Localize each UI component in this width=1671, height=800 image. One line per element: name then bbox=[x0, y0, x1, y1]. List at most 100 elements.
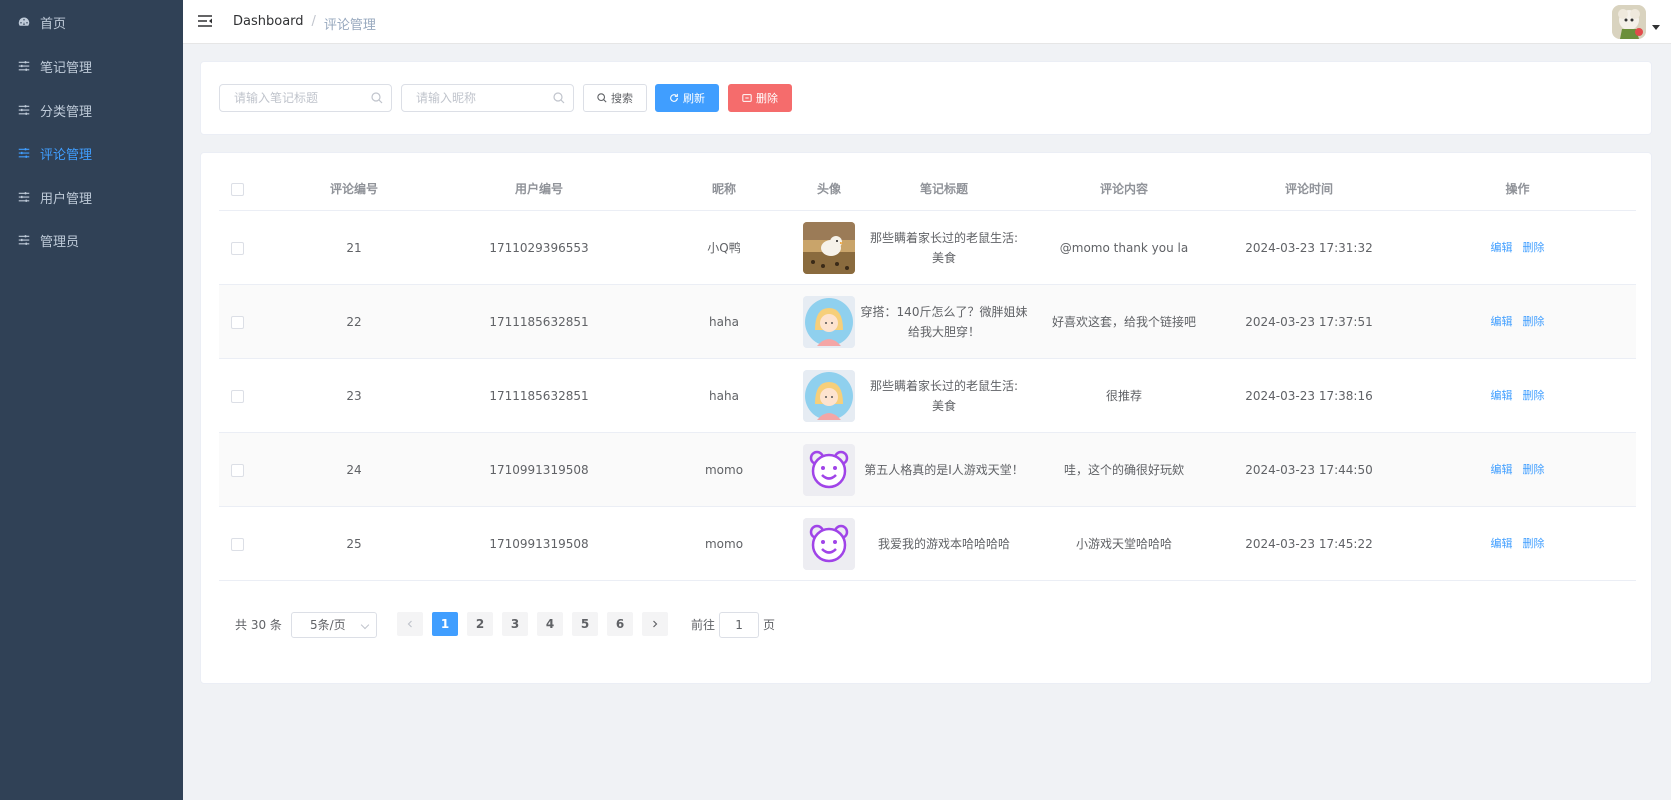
sidebar-item-label: 首页 bbox=[40, 16, 67, 32]
comment-content: @momo thank you la bbox=[1059, 241, 1189, 255]
bear-face-avatar bbox=[803, 518, 855, 570]
search-button[interactable]: 搜索 bbox=[583, 84, 647, 112]
search-icon bbox=[597, 93, 607, 103]
avatar-cell bbox=[799, 211, 859, 285]
page-6-button[interactable]: 6 bbox=[607, 612, 633, 636]
row-select-cell bbox=[219, 359, 255, 433]
note-title-line: 美食 bbox=[931, 251, 956, 265]
girl-avatar bbox=[803, 296, 855, 348]
sidebar-item-label: 评论管理 bbox=[40, 147, 93, 163]
hamburger-icon[interactable] bbox=[197, 13, 213, 29]
edit-link[interactable]: 编辑 bbox=[1491, 238, 1513, 258]
delete-link[interactable]: 删除 bbox=[1523, 312, 1545, 332]
comment-id: 22 bbox=[346, 315, 362, 329]
sidebar-item-label: 管理员 bbox=[40, 234, 80, 250]
goto-page: 前往 1 页 bbox=[691, 612, 775, 638]
comment-time: 2024-03-23 17:31:32 bbox=[1245, 241, 1373, 255]
sidebar-item-categories[interactable]: 分类管理 bbox=[0, 88, 183, 132]
title-search-field[interactable] bbox=[219, 84, 392, 112]
sidebar-item-users[interactable]: 用户管理 bbox=[0, 175, 183, 219]
comment-time: 2024-03-23 17:37:51 bbox=[1245, 315, 1373, 329]
chevron-right-icon bbox=[653, 620, 658, 628]
column-header: 评论时间 bbox=[1284, 182, 1333, 196]
delete-button[interactable]: 删除 bbox=[728, 84, 792, 112]
note-title-line: 穿搭：140斤怎么了？微胖姐妹 bbox=[860, 305, 1028, 319]
comment-time: 2024-03-23 17:44:50 bbox=[1245, 463, 1373, 477]
delete-button-label: 删除 bbox=[756, 92, 778, 105]
comment-id: 23 bbox=[346, 389, 362, 403]
note-title: 那些瞒着家长过的老鼠生活: 美食 bbox=[859, 211, 1029, 285]
comment-content: 好喜欢这套，给我个链接吧 bbox=[1051, 315, 1196, 329]
row-checkbox[interactable] bbox=[230, 241, 244, 255]
caret-down-icon[interactable] bbox=[1652, 25, 1660, 30]
comment-content: 小游戏天堂哈哈哈 bbox=[1075, 537, 1172, 551]
actions-cell: 编辑 删除 bbox=[1399, 211, 1636, 285]
row-checkbox[interactable] bbox=[230, 463, 244, 477]
user-id: 1711029396553 bbox=[489, 241, 589, 255]
comment-id: 24 bbox=[346, 463, 362, 477]
table-row: 21 1711029396553 小Q鸭 那些瞒着家长过的老鼠生活: 美食 @m… bbox=[219, 211, 1636, 285]
navbar: Dashboard / 评论管理 bbox=[183, 0, 1671, 44]
sidebar-item-home[interactable]: 首页 bbox=[0, 0, 183, 44]
edit-link[interactable]: 编辑 bbox=[1491, 534, 1513, 554]
sidebar-item-comments[interactable]: 评论管理 bbox=[0, 131, 183, 175]
delete-link[interactable]: 删除 bbox=[1523, 238, 1545, 258]
user-id: 1710991319508 bbox=[489, 463, 589, 477]
sliders-icon bbox=[17, 146, 31, 160]
edit-link[interactable]: 编辑 bbox=[1491, 386, 1513, 406]
delete-link[interactable]: 删除 bbox=[1523, 460, 1545, 480]
girl-avatar bbox=[803, 370, 855, 422]
delete-link[interactable]: 删除 bbox=[1523, 386, 1545, 406]
delete-icon bbox=[742, 94, 752, 102]
goto-page-input[interactable]: 1 bbox=[719, 612, 760, 638]
pagination-total: 共 30 条 bbox=[235, 618, 282, 632]
refresh-button-label: 刷新 bbox=[683, 92, 705, 105]
page-2-button[interactable]: 2 bbox=[467, 612, 493, 636]
row-checkbox[interactable] bbox=[230, 537, 244, 551]
chevron-left-icon bbox=[407, 620, 412, 628]
edit-link[interactable]: 编辑 bbox=[1491, 460, 1513, 480]
page-4-button[interactable]: 4 bbox=[537, 612, 563, 636]
select-all-checkbox[interactable] bbox=[230, 183, 244, 196]
nickname-search-field[interactable] bbox=[401, 84, 574, 112]
sidebar-item-admins[interactable]: 管理员 bbox=[0, 218, 183, 262]
photo-avatar bbox=[803, 222, 855, 274]
note-title-line: 第五人格真的是I人游戏天堂！ bbox=[864, 463, 1024, 477]
actions-cell: 编辑 删除 bbox=[1399, 507, 1636, 581]
sliders-icon bbox=[17, 233, 31, 247]
title-search-input[interactable] bbox=[220, 85, 391, 111]
row-select-cell bbox=[219, 211, 255, 285]
edit-link[interactable]: 编辑 bbox=[1491, 312, 1513, 332]
comment-time: 2024-03-23 17:45:22 bbox=[1245, 537, 1373, 551]
note-title-line: 那些瞒着家长过的老鼠生活: bbox=[869, 231, 1019, 245]
avatar-cell bbox=[799, 433, 859, 507]
page-size-select[interactable]: 5条/页 bbox=[291, 612, 377, 638]
column-header: 操作 bbox=[1505, 182, 1530, 196]
nickname-search-input[interactable] bbox=[402, 85, 573, 111]
search-button-label: 搜索 bbox=[611, 92, 633, 105]
user-avatar[interactable] bbox=[1612, 5, 1646, 39]
page-3-button[interactable]: 3 bbox=[502, 612, 528, 636]
search-panel: 搜索 刷新 删除 bbox=[200, 61, 1652, 135]
next-page-button[interactable] bbox=[642, 612, 668, 636]
page-5-button[interactable]: 5 bbox=[572, 612, 598, 636]
comment-time: 2024-03-23 17:38:16 bbox=[1245, 389, 1373, 403]
dashboard-icon bbox=[17, 15, 31, 29]
delete-link[interactable]: 删除 bbox=[1523, 534, 1545, 554]
page-1-button[interactable]: 1 bbox=[432, 612, 458, 636]
avatar-cell bbox=[799, 285, 859, 359]
prev-page-button[interactable] bbox=[397, 612, 423, 636]
breadcrumb-home[interactable]: Dashboard bbox=[233, 14, 304, 33]
row-checkbox[interactable] bbox=[230, 389, 244, 403]
column-header: 评论内容 bbox=[1099, 182, 1148, 196]
sidebar-item-notes[interactable]: 笔记管理 bbox=[0, 44, 183, 88]
note-title-line: 我爱我的游戏本哈哈哈哈 bbox=[877, 537, 1010, 551]
note-title: 穿搭：140斤怎么了？微胖姐妹 给我大胆穿！ bbox=[859, 285, 1029, 359]
refresh-button[interactable]: 刷新 bbox=[655, 84, 719, 112]
row-select-cell bbox=[219, 433, 255, 507]
nickname: momo bbox=[704, 463, 744, 477]
bear-face-avatar bbox=[803, 444, 855, 496]
row-checkbox[interactable] bbox=[230, 315, 244, 329]
column-header: 昵称 bbox=[711, 182, 736, 196]
user-id: 1711185632851 bbox=[489, 389, 589, 403]
